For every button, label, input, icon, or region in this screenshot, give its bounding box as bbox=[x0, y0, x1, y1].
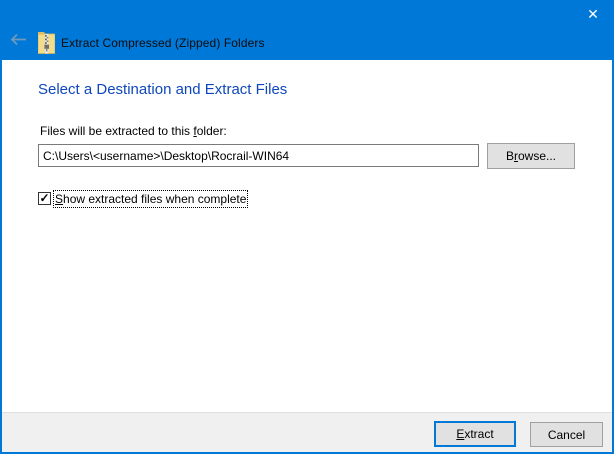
show-files-checkbox[interactable]: ✓ bbox=[38, 192, 51, 205]
button-bar: Extract Cancel bbox=[0, 412, 614, 454]
extract-button[interactable]: Extract bbox=[434, 421, 516, 447]
close-icon: ✕ bbox=[587, 6, 599, 22]
show-files-checkbox-label[interactable]: Show extracted files when complete bbox=[52, 190, 249, 208]
cancel-button[interactable]: Cancel bbox=[530, 422, 603, 447]
dialog-title: Extract Compressed (Zipped) Folders bbox=[61, 36, 265, 50]
back-arrow-icon bbox=[9, 33, 28, 51]
zip-folder-icon bbox=[37, 31, 56, 54]
close-button[interactable]: ✕ bbox=[572, 0, 614, 29]
window-border bbox=[0, 0, 614, 454]
back-button[interactable] bbox=[5, 30, 31, 54]
destination-path-input[interactable] bbox=[38, 144, 479, 167]
checkmark-icon: ✓ bbox=[39, 191, 50, 205]
page-title: Select a Destination and Extract Files bbox=[38, 81, 288, 98]
destination-label: Files will be extracted to this folder: bbox=[40, 124, 227, 138]
extract-wizard-dialog: Extract Compressed (Zipped) Folders ✕ Se… bbox=[0, 0, 614, 454]
browse-button[interactable]: Browse... bbox=[487, 143, 575, 169]
title-bar: Extract Compressed (Zipped) Folders ✕ bbox=[0, 0, 614, 60]
